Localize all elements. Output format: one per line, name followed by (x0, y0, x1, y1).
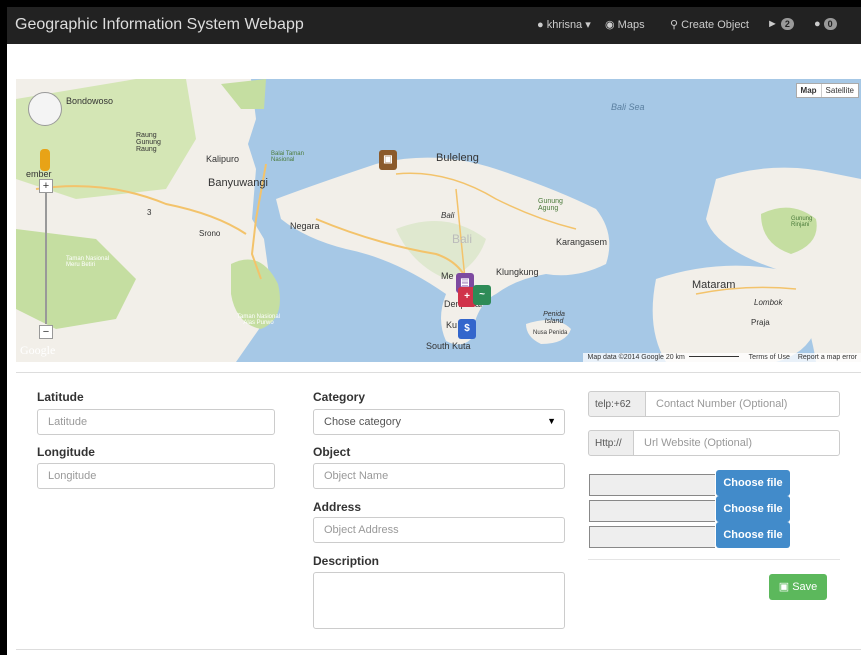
map-view[interactable]: Map Satellite + − Bondowoso Raung Gunung… (16, 79, 861, 362)
form-divider (588, 559, 840, 560)
map-label: Srono (199, 229, 221, 238)
user-name: khrisna (546, 19, 583, 31)
object-label: Object (313, 445, 351, 459)
zoom-slider[interactable] (45, 179, 47, 324)
nav-maps[interactable]: ◉ Maps (605, 18, 645, 31)
save-label: Save (792, 581, 818, 593)
map-label: Bali Sea (611, 102, 645, 112)
choose-file-button-1[interactable]: Choose file (716, 470, 790, 496)
navbar: Geographic Information System Webapp ● k… (7, 7, 861, 44)
nav-maps-label: Maps (617, 19, 645, 31)
map-label: Taman Nasional Meru Betiri (66, 256, 110, 268)
form-bottom-border (16, 649, 861, 650)
address-input[interactable]: Object Address (313, 517, 565, 543)
map-label: Klungkung (496, 267, 539, 277)
tags-icon: ► (767, 18, 778, 30)
latitude-label: Latitude (37, 390, 84, 404)
caret-down-icon: ▼ (547, 416, 556, 426)
map-label: Gunung Agung (538, 198, 563, 212)
map-label: Praja (751, 318, 770, 327)
map-label: ember (26, 169, 52, 179)
user-menu[interactable]: ● khrisna ▾ (537, 18, 591, 31)
map-label: Banyuwangi (208, 177, 268, 189)
map-report-link[interactable]: Report a map error (798, 354, 857, 361)
map-terms-link[interactable]: Terms of Use (749, 354, 790, 361)
file-input-2[interactable] (589, 500, 715, 522)
app-title[interactable]: Geographic Information System Webapp (15, 16, 304, 34)
latitude-input[interactable]: Latitude (37, 409, 275, 435)
http-addon: Http:// (588, 430, 634, 456)
map-scale-bar (688, 356, 739, 357)
google-logo: Google (20, 343, 56, 357)
map-label: Nusa Penida (533, 330, 568, 336)
choose-file-button-3[interactable]: Choose file (716, 522, 790, 548)
map-label: Negara (290, 221, 320, 231)
globe-icon: ◉ (605, 19, 615, 31)
caret-down-icon: ▾ (585, 19, 591, 31)
map-scale: 20 km (665, 354, 685, 361)
map-label: Balai Taman Nasional (271, 151, 304, 163)
map-label: Mataram (692, 279, 736, 291)
category-select[interactable]: Chose category ▼ (313, 409, 565, 435)
map-label: Kalipuro (206, 154, 240, 164)
map-label: Raung Gunung Raung (136, 132, 161, 153)
description-textarea[interactable] (313, 572, 565, 629)
contact-number-input[interactable]: Contact Number (Optional) (645, 391, 840, 417)
map-label: Penida Island (543, 311, 565, 325)
map-attribution: Map data ©2014 Google 20 km Terms of Use… (583, 353, 861, 362)
choose-file-button-2[interactable]: Choose file (716, 496, 790, 522)
map-canvas (16, 79, 861, 362)
map-label: Me (441, 271, 454, 281)
nav-users[interactable]: ● 0 (814, 18, 837, 30)
map-label: Lombok (754, 298, 783, 307)
marker-fuel-icon[interactable]: ▣ (379, 150, 397, 170)
map-label: Buleleng (436, 152, 479, 164)
map-route-3: 3 (147, 208, 152, 217)
users-icon: ● (814, 18, 821, 30)
floppy-disk-icon: ▣ (778, 581, 790, 593)
zoom-out-button[interactable]: − (39, 325, 53, 339)
file-input-3[interactable] (589, 526, 715, 548)
users-badge: 0 (823, 18, 837, 30)
map-label: South Kuta (426, 341, 471, 351)
object-name-input[interactable]: Object Name (313, 463, 565, 489)
tags-badge: 2 (780, 18, 794, 30)
map-label: Gunung Rinjani (791, 216, 813, 228)
address-label: Address (313, 500, 362, 514)
map-label: Bali (441, 211, 455, 220)
category-selected-value: Chose category (324, 416, 402, 428)
map-label: Bondowoso (66, 96, 114, 106)
user-icon: ● (537, 19, 544, 31)
nav-create-label: Create Object (681, 19, 749, 31)
nav-create-object[interactable]: ⚲ Create Object (670, 18, 749, 31)
file-input-1[interactable] (589, 474, 715, 496)
object-form: Latitude Latitude Longitude Longitude Ca… (16, 372, 861, 655)
map-attribution-text: Map data ©2014 Google (587, 354, 664, 361)
category-label: Category (313, 390, 366, 404)
save-button[interactable]: ▣ Save (769, 574, 827, 600)
pan-control[interactable] (28, 92, 62, 126)
description-label: Description (313, 554, 380, 568)
zoom-in-button[interactable]: + (39, 179, 53, 193)
marker-bank-icon[interactable]: $ (458, 319, 476, 339)
marker-beach-icon[interactable]: ~ (473, 285, 491, 305)
map-marker-icon: ⚲ (670, 19, 679, 31)
street-view-pegman-icon[interactable] (40, 149, 50, 171)
map-label: Taman Nasional Alas Purwo (236, 314, 281, 326)
map-type-control: Map Satellite (795, 83, 859, 98)
map-label: Bali (452, 232, 473, 246)
map-label: Karangasem (556, 237, 608, 247)
longitude-label: Longitude (37, 445, 95, 459)
map-label: Ku (446, 320, 458, 330)
nav-tags[interactable]: ► 2 (767, 18, 794, 30)
map-type-map[interactable]: Map (797, 84, 822, 97)
map-type-satellite[interactable]: Satellite (822, 84, 858, 97)
telp-addon: telp:+62 (588, 391, 646, 417)
url-website-input[interactable]: Url Website (Optional) (633, 430, 840, 456)
longitude-input[interactable]: Longitude (37, 463, 275, 489)
